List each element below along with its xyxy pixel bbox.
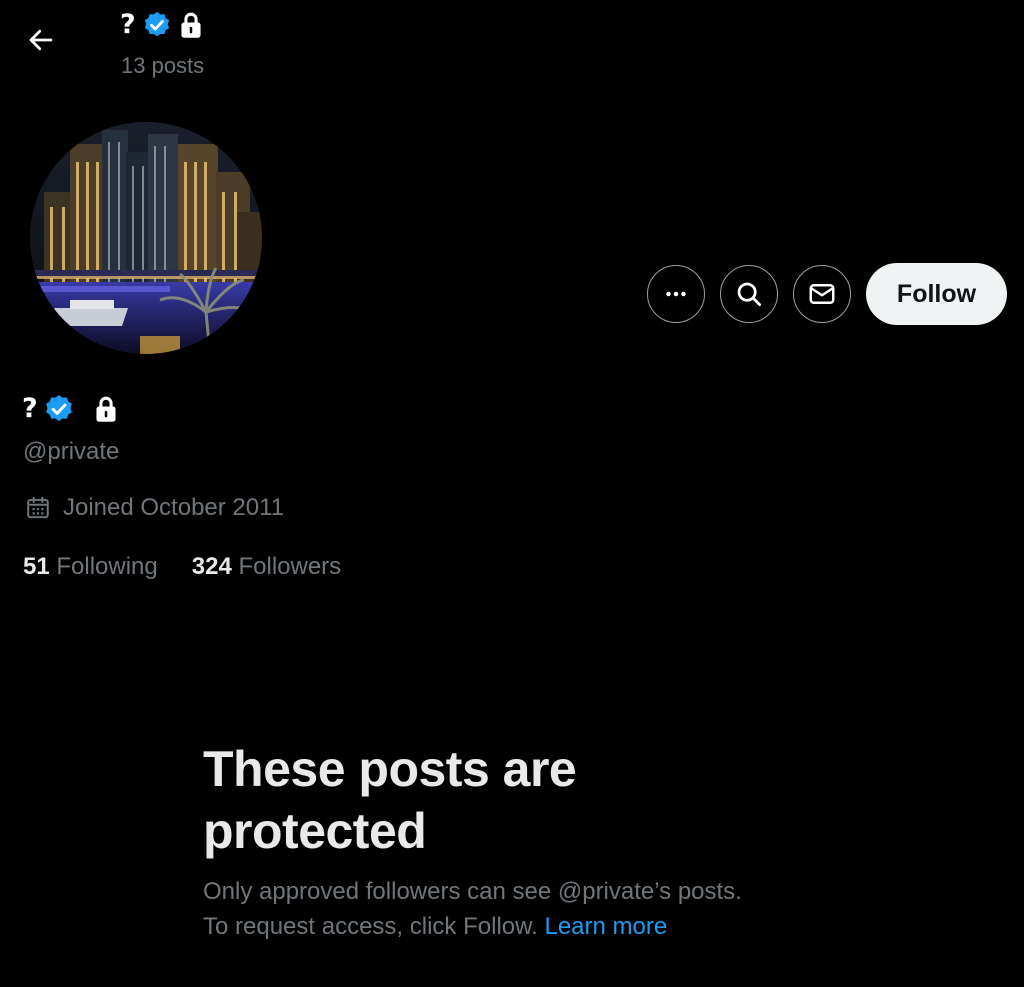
search-icon xyxy=(737,282,761,306)
lock-icon xyxy=(181,12,201,38)
protected-line2: To request access, click Follow. xyxy=(203,913,538,940)
message-button[interactable] xyxy=(793,265,851,323)
protected-title: These posts are protected xyxy=(203,738,843,862)
verified-badge-icon xyxy=(144,11,169,37)
joined-date: Joined October 2011 xyxy=(25,494,284,522)
back-button[interactable] xyxy=(20,19,62,61)
profile-name: ? xyxy=(22,393,38,424)
lock-icon xyxy=(96,396,116,422)
protected-title-line2: protected xyxy=(203,803,427,859)
followers-link[interactable]: 324 Followers xyxy=(192,553,341,581)
followers-count: 324 xyxy=(191,553,232,580)
header-name: ? xyxy=(120,9,136,40)
follow-stats: 51 Following 324 Followers xyxy=(23,553,341,581)
more-button[interactable] xyxy=(647,265,705,323)
joined-text: Joined October 2011 xyxy=(63,494,285,521)
profile-avatar[interactable] xyxy=(30,122,262,354)
protected-line1: Only approved followers can see @private… xyxy=(203,878,742,905)
avatar-image xyxy=(30,122,262,354)
verified-badge-icon xyxy=(45,395,72,422)
profile-actions: Follow xyxy=(647,263,1007,325)
profile-handle: @private xyxy=(23,438,120,465)
followers-label: Followers xyxy=(238,553,342,580)
protected-notice: These posts are protected Only approved … xyxy=(203,738,843,944)
follow-button[interactable]: Follow xyxy=(866,263,1007,325)
arrow-left-icon xyxy=(29,29,53,51)
learn-more-link[interactable]: Learn more xyxy=(544,913,667,940)
calendar-icon xyxy=(27,496,49,519)
following-label: Following xyxy=(56,553,158,580)
header-title: ? xyxy=(120,8,204,42)
header-posts-count: 13 posts xyxy=(121,53,205,78)
protected-title-line1: These posts are xyxy=(203,741,577,797)
envelope-icon xyxy=(809,284,835,304)
search-button[interactable] xyxy=(720,265,778,323)
following-link[interactable]: 51 Following xyxy=(23,553,158,581)
more-dots-icon xyxy=(666,291,686,297)
profile-name-row: ? xyxy=(22,392,119,426)
protected-description: Only approved followers can see @private… xyxy=(203,874,843,944)
following-count: 51 xyxy=(23,553,50,580)
